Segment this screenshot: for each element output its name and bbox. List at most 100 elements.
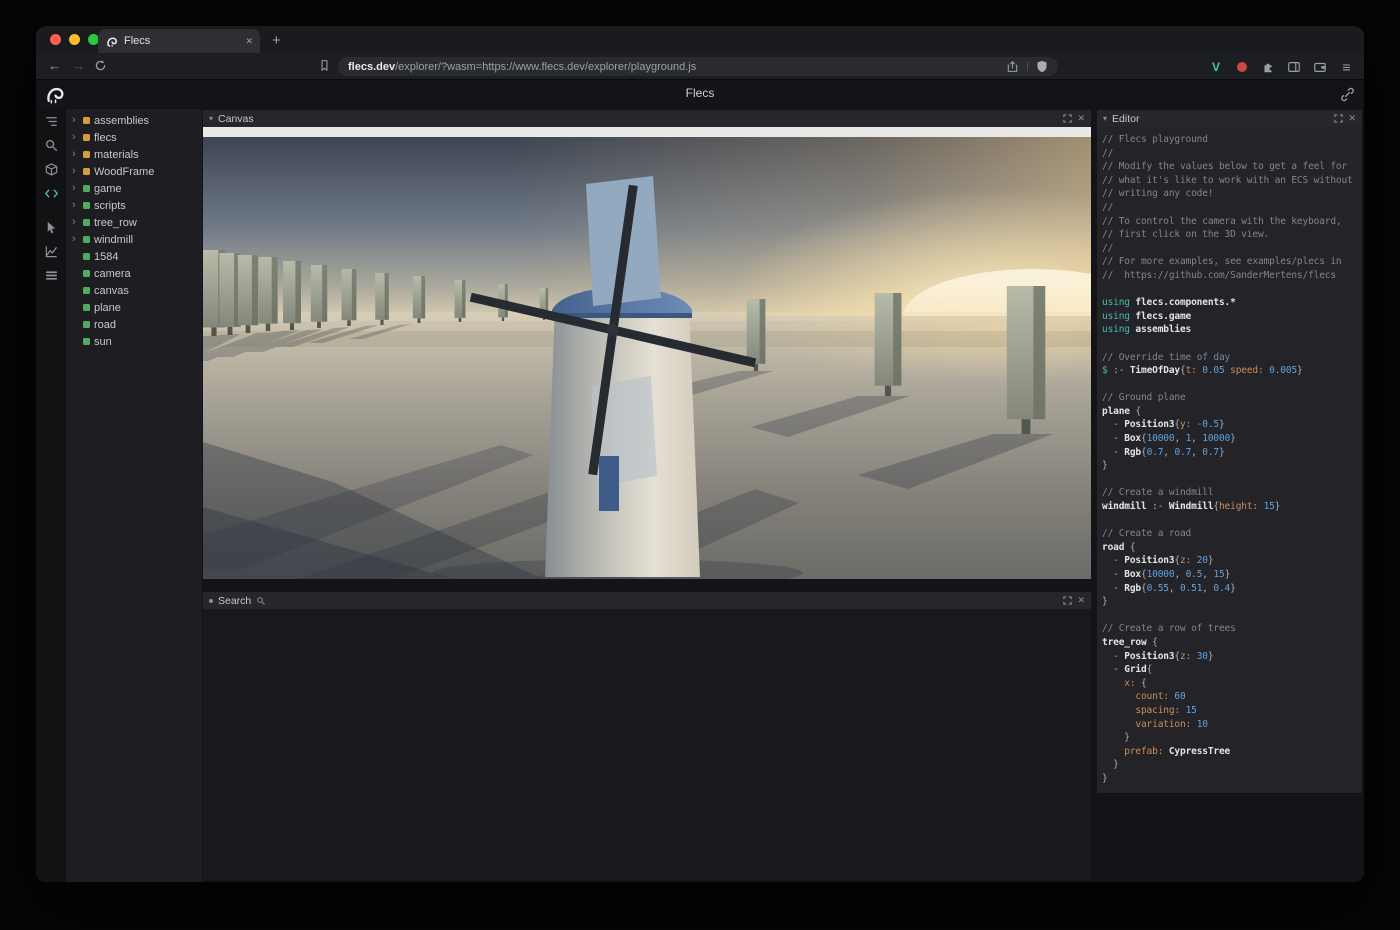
code-line: } <box>1102 758 1357 772</box>
tree-item-label: camera <box>94 268 131 280</box>
tree-item-label: sun <box>94 336 112 348</box>
tree-item-flecs[interactable]: ›flecs <box>66 129 202 146</box>
tree-item-materials[interactable]: › materials <box>66 146 202 163</box>
fullscreen-icon[interactable] <box>1063 114 1072 123</box>
search-panel-title: Search <box>218 595 251 607</box>
new-tab-button[interactable]: + <box>272 31 281 51</box>
tree-item-label: scripts <box>94 200 126 212</box>
code-line: count: 60 <box>1102 690 1357 704</box>
reload-button[interactable] <box>94 59 107 72</box>
canvas-top-margin <box>203 127 1091 137</box>
tab-title: Flecs <box>124 35 239 47</box>
permalink-icon[interactable] <box>1340 87 1355 102</box>
extensions-puzzle-icon[interactable] <box>1260 59 1276 75</box>
expand-arrow-icon[interactable]: › <box>72 232 79 247</box>
side-panel-icon[interactable] <box>1286 59 1302 75</box>
tab-close-icon[interactable]: ✕ <box>245 36 253 47</box>
tree-item-plane[interactable]: plane <box>66 299 202 316</box>
code-line: // Ground plane <box>1102 391 1357 405</box>
tree-item-1584[interactable]: 1584 <box>66 248 202 265</box>
code-line: // For more examples, see examples/plecs… <box>1102 255 1357 269</box>
tree-item-scripts[interactable]: › scripts <box>66 197 202 214</box>
entity-square-icon <box>83 287 90 294</box>
tree-item-assemblies[interactable]: › assemblies <box>66 112 202 129</box>
code-line: // Override time of day <box>1102 351 1357 365</box>
canvas-panel: ▾ Canvas ✕ <box>203 110 1091 579</box>
menu-button[interactable]: ≡ <box>1338 59 1354 75</box>
code-line: using flecs.components.* <box>1102 296 1357 310</box>
expand-arrow-icon[interactable]: › <box>72 181 79 196</box>
expand-arrow-icon[interactable]: › <box>72 147 79 162</box>
browser-tab[interactable]: Flecs ✕ <box>98 29 260 53</box>
shield-icon[interactable] <box>1036 60 1048 73</box>
hierarchy-icon[interactable] <box>36 109 66 133</box>
page-title: Flecs <box>36 86 1364 100</box>
code-line: // Create a row of trees <box>1102 622 1357 636</box>
code-line: - Rgb{0.55, 0.51, 0.4} <box>1102 582 1357 596</box>
code-icon[interactable] <box>36 181 66 205</box>
chart-icon[interactable] <box>36 239 66 263</box>
wallet-icon[interactable] <box>1312 59 1328 75</box>
package-icon[interactable] <box>36 157 66 181</box>
tree-item-sun[interactable]: sun <box>66 333 202 350</box>
code-line: // what it's like to work with an ECS wi… <box>1102 174 1357 188</box>
bookmark-icon[interactable] <box>318 59 331 72</box>
expand-arrow-icon[interactable]: › <box>72 113 79 128</box>
expand-arrow-icon[interactable]: › <box>72 164 79 179</box>
tree-item-windmill[interactable]: ›windmill <box>66 231 202 248</box>
tree-item-WoodFrame[interactable]: ›WoodFrame <box>66 163 202 180</box>
code-line: road { <box>1102 541 1357 555</box>
canvas-panel-header: ▾ Canvas ✕ <box>203 110 1091 127</box>
code-line: using flecs.game <box>1102 310 1357 324</box>
code-line: } <box>1102 731 1357 745</box>
collapse-chevron-icon[interactable]: ▾ <box>1103 110 1107 127</box>
tree-item-label: materials <box>94 149 139 161</box>
left-icon-strip <box>36 109 66 882</box>
tree-item-canvas[interactable]: canvas <box>66 282 202 299</box>
stats-icon[interactable] <box>36 263 66 287</box>
vimium-extension-icon[interactable]: V <box>1208 59 1224 75</box>
expand-arrow-icon[interactable]: › <box>72 215 79 230</box>
fullscreen-icon[interactable] <box>1063 596 1072 605</box>
tree-item-road[interactable]: road <box>66 316 202 333</box>
code-line: - Grid{ <box>1102 663 1357 677</box>
code-line <box>1102 337 1357 351</box>
code-line: - Rgb{0.7, 0.7, 0.7} <box>1102 446 1357 460</box>
share-icon[interactable] <box>1006 60 1019 73</box>
forward-button[interactable]: → <box>72 58 85 73</box>
minimize-window-button[interactable] <box>69 34 80 45</box>
code-line: // <box>1102 201 1357 215</box>
code-line: - Position3{z: 20} <box>1102 554 1357 568</box>
code-line: // To control the camera with the keyboa… <box>1102 215 1357 229</box>
url-bar[interactable]: flecs.dev/explorer/?wasm=https://www.fle… <box>338 57 1058 76</box>
editor-panel-title: Editor <box>1112 113 1139 125</box>
extension-badge-icon[interactable] <box>1234 59 1250 75</box>
tree-item-tree_row[interactable]: ›tree_row <box>66 214 202 231</box>
code-editor[interactable]: // Flecs playground//// Modify the value… <box>1097 127 1362 793</box>
back-button[interactable]: ← <box>48 58 61 73</box>
inspector-icon[interactable] <box>36 215 66 239</box>
tree-item-label: assemblies <box>94 115 149 127</box>
collapse-chevron-icon[interactable]: ▾ <box>209 110 213 127</box>
expand-arrow-icon[interactable]: › <box>72 198 79 213</box>
code-line: // <box>1102 147 1357 161</box>
expand-arrow-icon[interactable]: › <box>72 130 79 145</box>
code-line: prefab: CypressTree <box>1102 745 1357 759</box>
tree-item-label: road <box>94 319 116 331</box>
tree-item-camera[interactable]: camera <box>66 265 202 282</box>
tree-item-game[interactable]: ›game <box>66 180 202 197</box>
code-line: spacing: 15 <box>1102 704 1357 718</box>
close-window-button[interactable] <box>50 34 61 45</box>
close-panel-icon[interactable]: ✕ <box>1348 113 1356 124</box>
search-icon[interactable] <box>36 133 66 157</box>
entity-square-icon <box>83 304 90 311</box>
code-line: // <box>1102 242 1357 256</box>
fullscreen-icon[interactable] <box>1334 114 1343 123</box>
divider: | <box>1026 61 1029 72</box>
entity-square-icon <box>83 202 90 209</box>
search-results-area[interactable] <box>203 609 1091 880</box>
close-panel-icon[interactable]: ✕ <box>1077 595 1085 606</box>
panel-dot-icon[interactable] <box>209 599 213 603</box>
close-panel-icon[interactable]: ✕ <box>1077 113 1085 124</box>
3d-scene-render[interactable] <box>203 137 1091 579</box>
